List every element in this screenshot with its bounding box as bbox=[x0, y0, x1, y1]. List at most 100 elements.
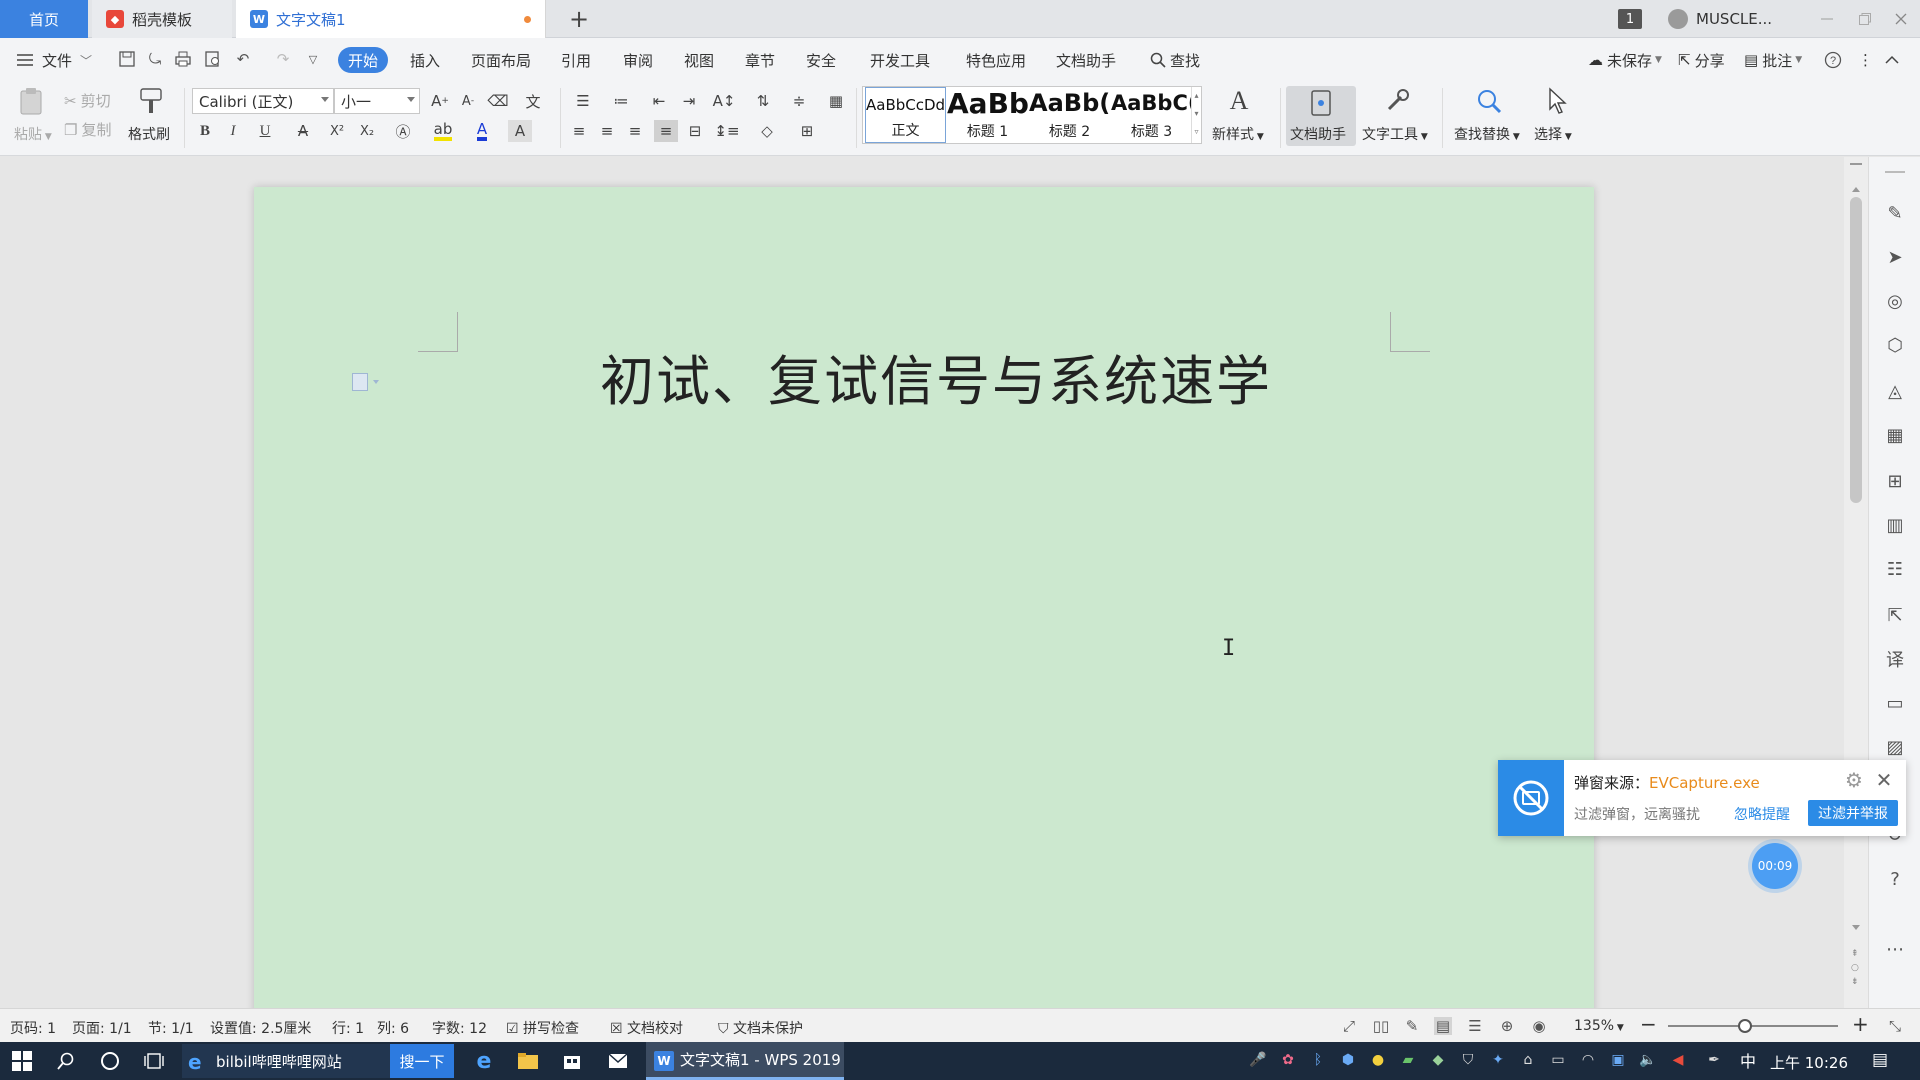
justify-icon[interactable]: ≡ bbox=[654, 120, 678, 142]
restore-icon[interactable] bbox=[1850, 4, 1880, 34]
font-name-select[interactable]: Calibri (正文) bbox=[192, 88, 334, 114]
fullscreen-icon[interactable]: ⤢ bbox=[1340, 1017, 1358, 1035]
format-painter-icon[interactable] bbox=[136, 86, 166, 116]
align-right-icon[interactable]: ≡ bbox=[624, 120, 646, 142]
borders-icon[interactable]: ▦ bbox=[824, 90, 848, 112]
font-color-icon[interactable]: A bbox=[468, 120, 496, 142]
underline-button[interactable]: U bbox=[252, 120, 278, 142]
document-title-text[interactable]: 初试、复试信号与系统速学 bbox=[254, 337, 1594, 416]
tab-chapter[interactable]: 章节 bbox=[735, 47, 785, 73]
font-size-select[interactable]: 小一 bbox=[334, 88, 420, 114]
new-style-button[interactable]: 新样式 ▼ bbox=[1212, 124, 1264, 144]
help-circle-icon[interactable]: ? bbox=[1883, 867, 1907, 891]
tab-doc-assistant[interactable]: 文档助手 bbox=[1046, 47, 1126, 73]
style-heading-3[interactable]: AaBbC( 标题 3 bbox=[1111, 87, 1192, 143]
app-tray-icon[interactable]: ● bbox=[1368, 1050, 1388, 1070]
table-icon[interactable]: ▦ bbox=[1883, 423, 1907, 447]
zoom-level-select[interactable]: 135% ▼ bbox=[1574, 1018, 1624, 1034]
subscript-icon[interactable]: X₂ bbox=[356, 120, 378, 142]
battery-icon[interactable]: ▭ bbox=[1548, 1050, 1568, 1070]
decrease-font-size-icon[interactable]: A- bbox=[456, 90, 480, 112]
zoom-out-icon[interactable]: − bbox=[1640, 1012, 1657, 1036]
scroll-down-icon[interactable] bbox=[1852, 925, 1860, 930]
apps-grid-icon[interactable]: ⊞ bbox=[1883, 469, 1907, 493]
undo-icon[interactable]: ↶ bbox=[232, 48, 254, 70]
tab-start[interactable]: 开始 bbox=[338, 47, 389, 73]
app-tray-icon[interactable]: ▣ bbox=[1608, 1050, 1628, 1070]
taskbar-search-box[interactable]: e bilbil哔哩哔哩网站 bbox=[182, 1044, 390, 1078]
paste-button[interactable]: 粘贴 ▼ bbox=[14, 124, 52, 144]
superscript-icon[interactable]: X² bbox=[326, 120, 348, 142]
tab-references[interactable]: 引用 bbox=[551, 47, 601, 73]
shading-icon[interactable]: ◇ bbox=[752, 120, 782, 142]
status-page-number[interactable]: 页码: 1 bbox=[10, 1018, 56, 1038]
page-view-icon[interactable]: ▤ bbox=[1434, 1017, 1452, 1035]
unsaved-cloud-button[interactable]: ☁ 未保存 ▼ bbox=[1588, 47, 1662, 73]
app-tray-icon[interactable]: ✦ bbox=[1488, 1050, 1508, 1070]
more-options-icon[interactable]: ⋮ bbox=[1858, 47, 1873, 73]
fit-page-icon[interactable]: ⤡ bbox=[1886, 1017, 1904, 1035]
new-tab-button[interactable]: + bbox=[564, 4, 594, 34]
app-tray-icon[interactable]: ◆ bbox=[1428, 1050, 1448, 1070]
scroll-up-icon[interactable] bbox=[1852, 187, 1860, 192]
wifi-icon[interactable]: ◠ bbox=[1578, 1050, 1598, 1070]
read-mode-icon[interactable]: ▯▯ bbox=[1372, 1017, 1390, 1035]
annotate-button[interactable]: ▤ 批注 ▼ bbox=[1744, 47, 1802, 73]
file-explorer-icon[interactable] bbox=[516, 1049, 540, 1073]
distributed-align-icon[interactable]: ⊟ bbox=[684, 120, 706, 142]
task-view-icon[interactable] bbox=[142, 1049, 166, 1073]
sort-icon[interactable]: ⇅ bbox=[752, 90, 774, 112]
style-heading-2[interactable]: AaBb( 标题 2 bbox=[1029, 87, 1110, 143]
print-preview-icon[interactable] bbox=[202, 48, 224, 70]
more-horizontal-icon[interactable]: ⋯ bbox=[1883, 937, 1907, 961]
increase-indent-icon[interactable]: ⇥ bbox=[678, 90, 700, 112]
microphone-icon[interactable]: 🎤 bbox=[1248, 1050, 1268, 1070]
eye-protection-icon[interactable]: ◉ bbox=[1530, 1017, 1548, 1035]
doc-assistant-button[interactable]: 文档助手 bbox=[1286, 86, 1356, 146]
cut-button[interactable]: ✂ 剪切 bbox=[64, 90, 111, 111]
scrollbar-thumb[interactable] bbox=[1850, 197, 1862, 503]
close-icon[interactable] bbox=[1886, 4, 1916, 34]
status-word-count[interactable]: 字数: 12 bbox=[432, 1018, 487, 1038]
volume-icon[interactable]: 🔈 bbox=[1638, 1050, 1658, 1070]
app-tray-icon[interactable]: ✿ bbox=[1278, 1050, 1298, 1070]
help-icon[interactable]: ? bbox=[1824, 47, 1842, 73]
align-center-icon[interactable]: ≡ bbox=[596, 120, 618, 142]
scroll-top-icon[interactable] bbox=[1850, 163, 1862, 165]
mail-icon[interactable] bbox=[606, 1049, 630, 1073]
decrease-indent-icon[interactable]: ⇤ bbox=[648, 90, 670, 112]
pen-edit-icon[interactable]: ✎ bbox=[1883, 201, 1907, 225]
select-button[interactable]: 选择 ▼ bbox=[1534, 124, 1572, 144]
tab-special-apps[interactable]: 特色应用 bbox=[956, 47, 1036, 73]
chinese-layout-icon[interactable]: A↕ bbox=[708, 90, 740, 112]
write-mode-icon[interactable]: ✎ bbox=[1403, 1017, 1421, 1035]
taskbar-search-button[interactable]: 搜一下 bbox=[390, 1044, 454, 1078]
italic-button[interactable]: I bbox=[222, 120, 244, 142]
tab-developer-tools[interactable]: 开发工具 bbox=[860, 47, 940, 73]
tab-view[interactable]: 视图 bbox=[674, 47, 724, 73]
tab-page-layout[interactable]: 页面布局 bbox=[461, 47, 541, 73]
chart-icon[interactable]: ▥ bbox=[1883, 513, 1907, 537]
location-icon[interactable]: ◎ bbox=[1883, 289, 1907, 313]
highlight-color-icon[interactable]: ab bbox=[428, 120, 458, 142]
customize-quick-access-icon[interactable]: ▽ bbox=[302, 48, 324, 70]
style-heading-1[interactable]: AaBb 标题 1 bbox=[947, 87, 1028, 143]
layers-icon[interactable]: ◬ bbox=[1883, 379, 1907, 403]
document-page[interactable]: 初试、复试信号与系统速学 I bbox=[254, 187, 1594, 1008]
pointer-icon[interactable]: ➤ bbox=[1883, 245, 1907, 269]
redo-icon[interactable]: ↷ bbox=[272, 48, 294, 70]
table-borders-icon[interactable]: ⊞ bbox=[792, 120, 822, 142]
tab-document[interactable]: W 文字文稿1 bbox=[236, 0, 546, 38]
tab-template[interactable]: ◆ 稻壳模板 bbox=[92, 0, 232, 38]
input-method-indicator[interactable]: 中 bbox=[1738, 1050, 1758, 1071]
window-count-badge[interactable]: 1 bbox=[1618, 9, 1642, 29]
zoom-slider[interactable] bbox=[1668, 1019, 1838, 1033]
windows-start-icon[interactable] bbox=[10, 1049, 34, 1073]
store-icon[interactable] bbox=[560, 1049, 584, 1073]
system-clock[interactable]: 上午 10:26 bbox=[1770, 1052, 1848, 1073]
zoom-slider-handle[interactable] bbox=[1737, 1019, 1752, 1033]
paste-icon[interactable] bbox=[16, 86, 46, 116]
styles-scroll-icon[interactable]: ▴ ▾ ▿ bbox=[1191, 87, 1201, 143]
wrench-icon[interactable] bbox=[1382, 86, 1412, 116]
line-spacing-icon[interactable]: ↨≡ bbox=[712, 120, 742, 142]
